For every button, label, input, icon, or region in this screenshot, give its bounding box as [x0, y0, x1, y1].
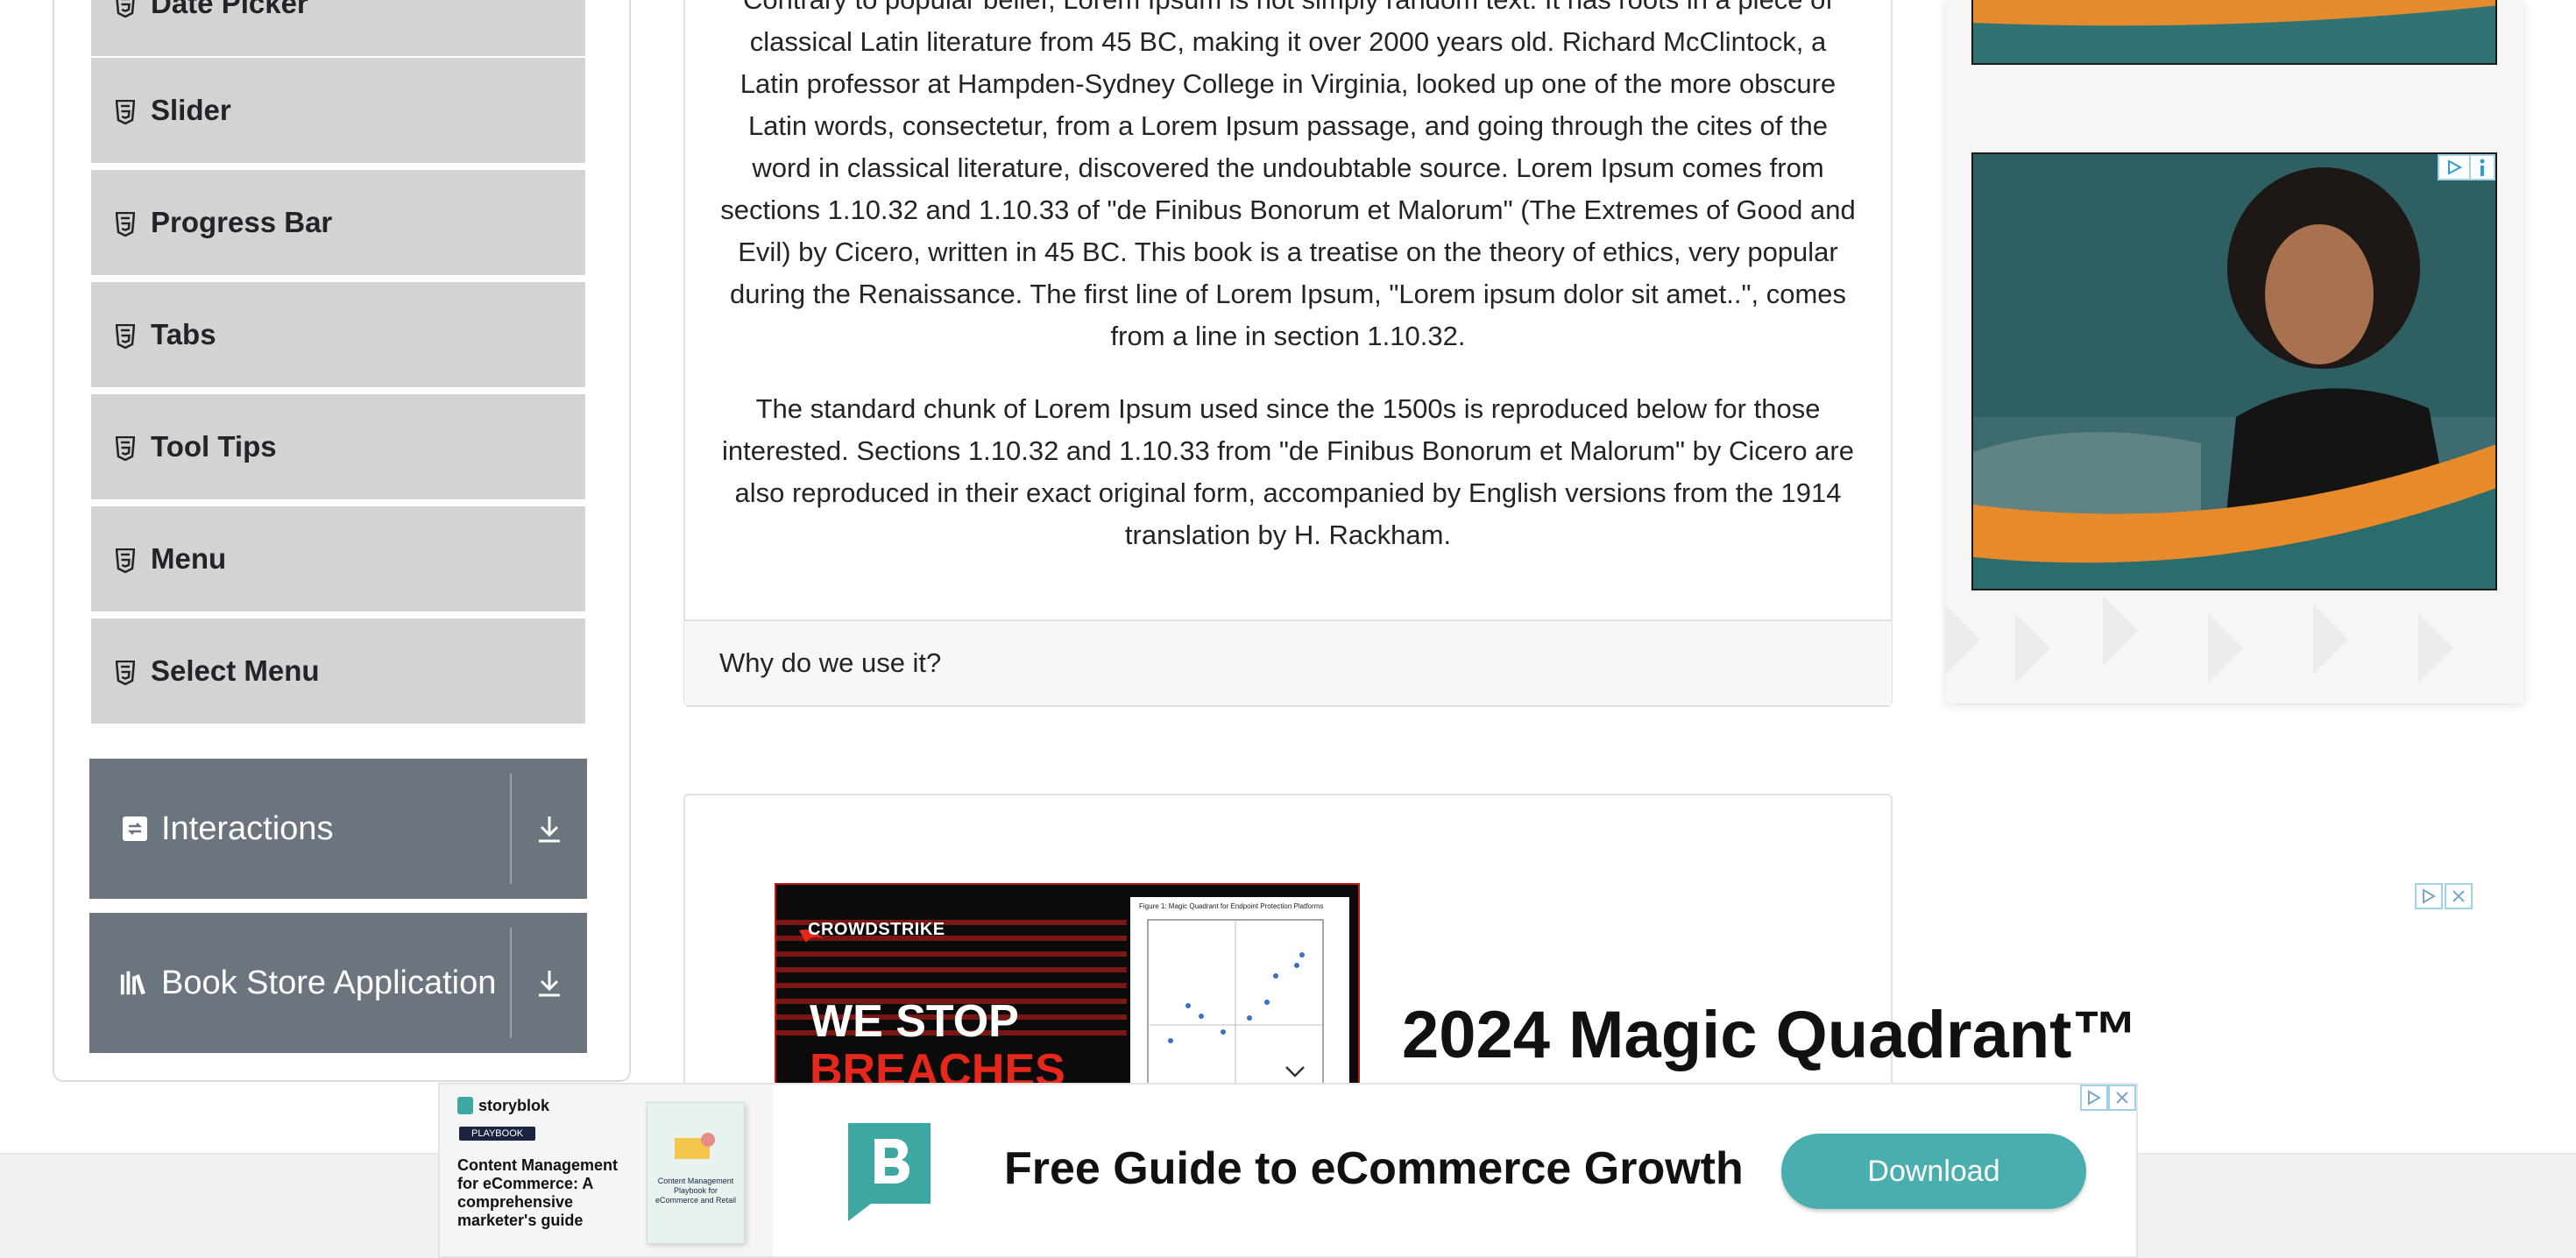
- figure-caption: Figure 1: Magic Quadrant for Endpoint Pr…: [1139, 902, 1324, 910]
- sidebar-item-label: Tabs: [151, 318, 216, 350]
- storyblok-logo: [848, 1123, 931, 1221]
- sidebar-item-tool-tips[interactable]: Tool Tips: [91, 394, 585, 501]
- storyblok-ad[interactable]: storyblok PLAYBOOK Content Management fo…: [438, 1083, 2138, 1258]
- download-icon[interactable]: [512, 814, 587, 844]
- group-title: Book Store Application: [161, 964, 497, 1001]
- sidebar-item-tabs[interactable]: Tabs: [91, 282, 585, 389]
- interactions-icon: [119, 814, 151, 844]
- crowdstrike-logo: CROWDSTRIKE: [808, 920, 945, 939]
- sidebar-item-label: Progress Bar: [151, 206, 333, 238]
- sidebar-item-label: Select Menu: [151, 654, 320, 687]
- sidebar-item-select-menu[interactable]: Select Menu: [91, 618, 585, 725]
- html5-icon: [115, 98, 136, 125]
- sidebar-item-progress-bar[interactable]: Progress Bar: [91, 170, 585, 277]
- ad-close-icon[interactable]: [2108, 1085, 2136, 1111]
- html5-icon: [115, 322, 136, 350]
- html5-icon: [115, 659, 136, 686]
- ad-headline: WE STOP: [810, 996, 1019, 1047]
- download-button[interactable]: Download: [1781, 1134, 2086, 1209]
- ad-choices-icon[interactable]: [2415, 883, 2443, 909]
- group-header-interactions[interactable]: Interactions: [89, 759, 587, 899]
- group-header-book-store[interactable]: Book Store Application: [89, 913, 587, 1053]
- download-icon[interactable]: [512, 968, 587, 998]
- storyblok-brand: storyblok: [478, 1097, 550, 1114]
- accordion-header-why-use[interactable]: Why do we use it?: [684, 619, 1892, 705]
- html5-icon: [115, 210, 136, 237]
- ad-description: Content Management for eCommerce: A comp…: [457, 1156, 619, 1229]
- accordion-content-paragraph: The standard chunk of Lorem Ipsum used s…: [722, 393, 1854, 550]
- sidebar-item-label: Slider: [151, 94, 231, 126]
- playbook-cover: Content Management Playbook for eCommerc…: [647, 1102, 745, 1244]
- sidebar-item-menu[interactable]: Menu: [91, 506, 585, 613]
- sidebar-item-label: Menu: [151, 542, 227, 575]
- ad-banner[interactable]: [1971, 0, 2497, 65]
- storyblok-logo-icon: [457, 1097, 473, 1114]
- playbook-badge: PLAYBOOK: [459, 1127, 536, 1141]
- html5-icon: [115, 435, 136, 462]
- sidebar-item-label: Date Picker: [151, 0, 308, 19]
- ad-title[interactable]: 2024 Magic Quadrant™: [1402, 997, 2139, 1073]
- sidebar-item-date-picker[interactable]: Date Picker: [91, 0, 585, 58]
- accordion-content-paragraph: Contrary to popular belief, Lorem Ipsum …: [720, 0, 1856, 351]
- html5-icon: [116, 0, 135, 18]
- ad-info-icon[interactable]: [2469, 154, 2495, 180]
- video-ad[interactable]: [1971, 152, 2497, 590]
- sidebar-item-label: Tool Tips: [151, 430, 277, 463]
- group-title: Interactions: [161, 809, 334, 847]
- book-store-icon: [119, 968, 151, 998]
- ad-choices-icon[interactable]: [2438, 154, 2471, 180]
- html5-icon: [115, 547, 136, 574]
- ad-close-icon[interactable]: [2445, 883, 2473, 909]
- ad-choices-icon[interactable]: [2080, 1085, 2108, 1111]
- ad-headline: Free Guide to eCommerce Growth: [1004, 1143, 1744, 1194]
- sidebar-item-slider[interactable]: Slider: [91, 58, 585, 165]
